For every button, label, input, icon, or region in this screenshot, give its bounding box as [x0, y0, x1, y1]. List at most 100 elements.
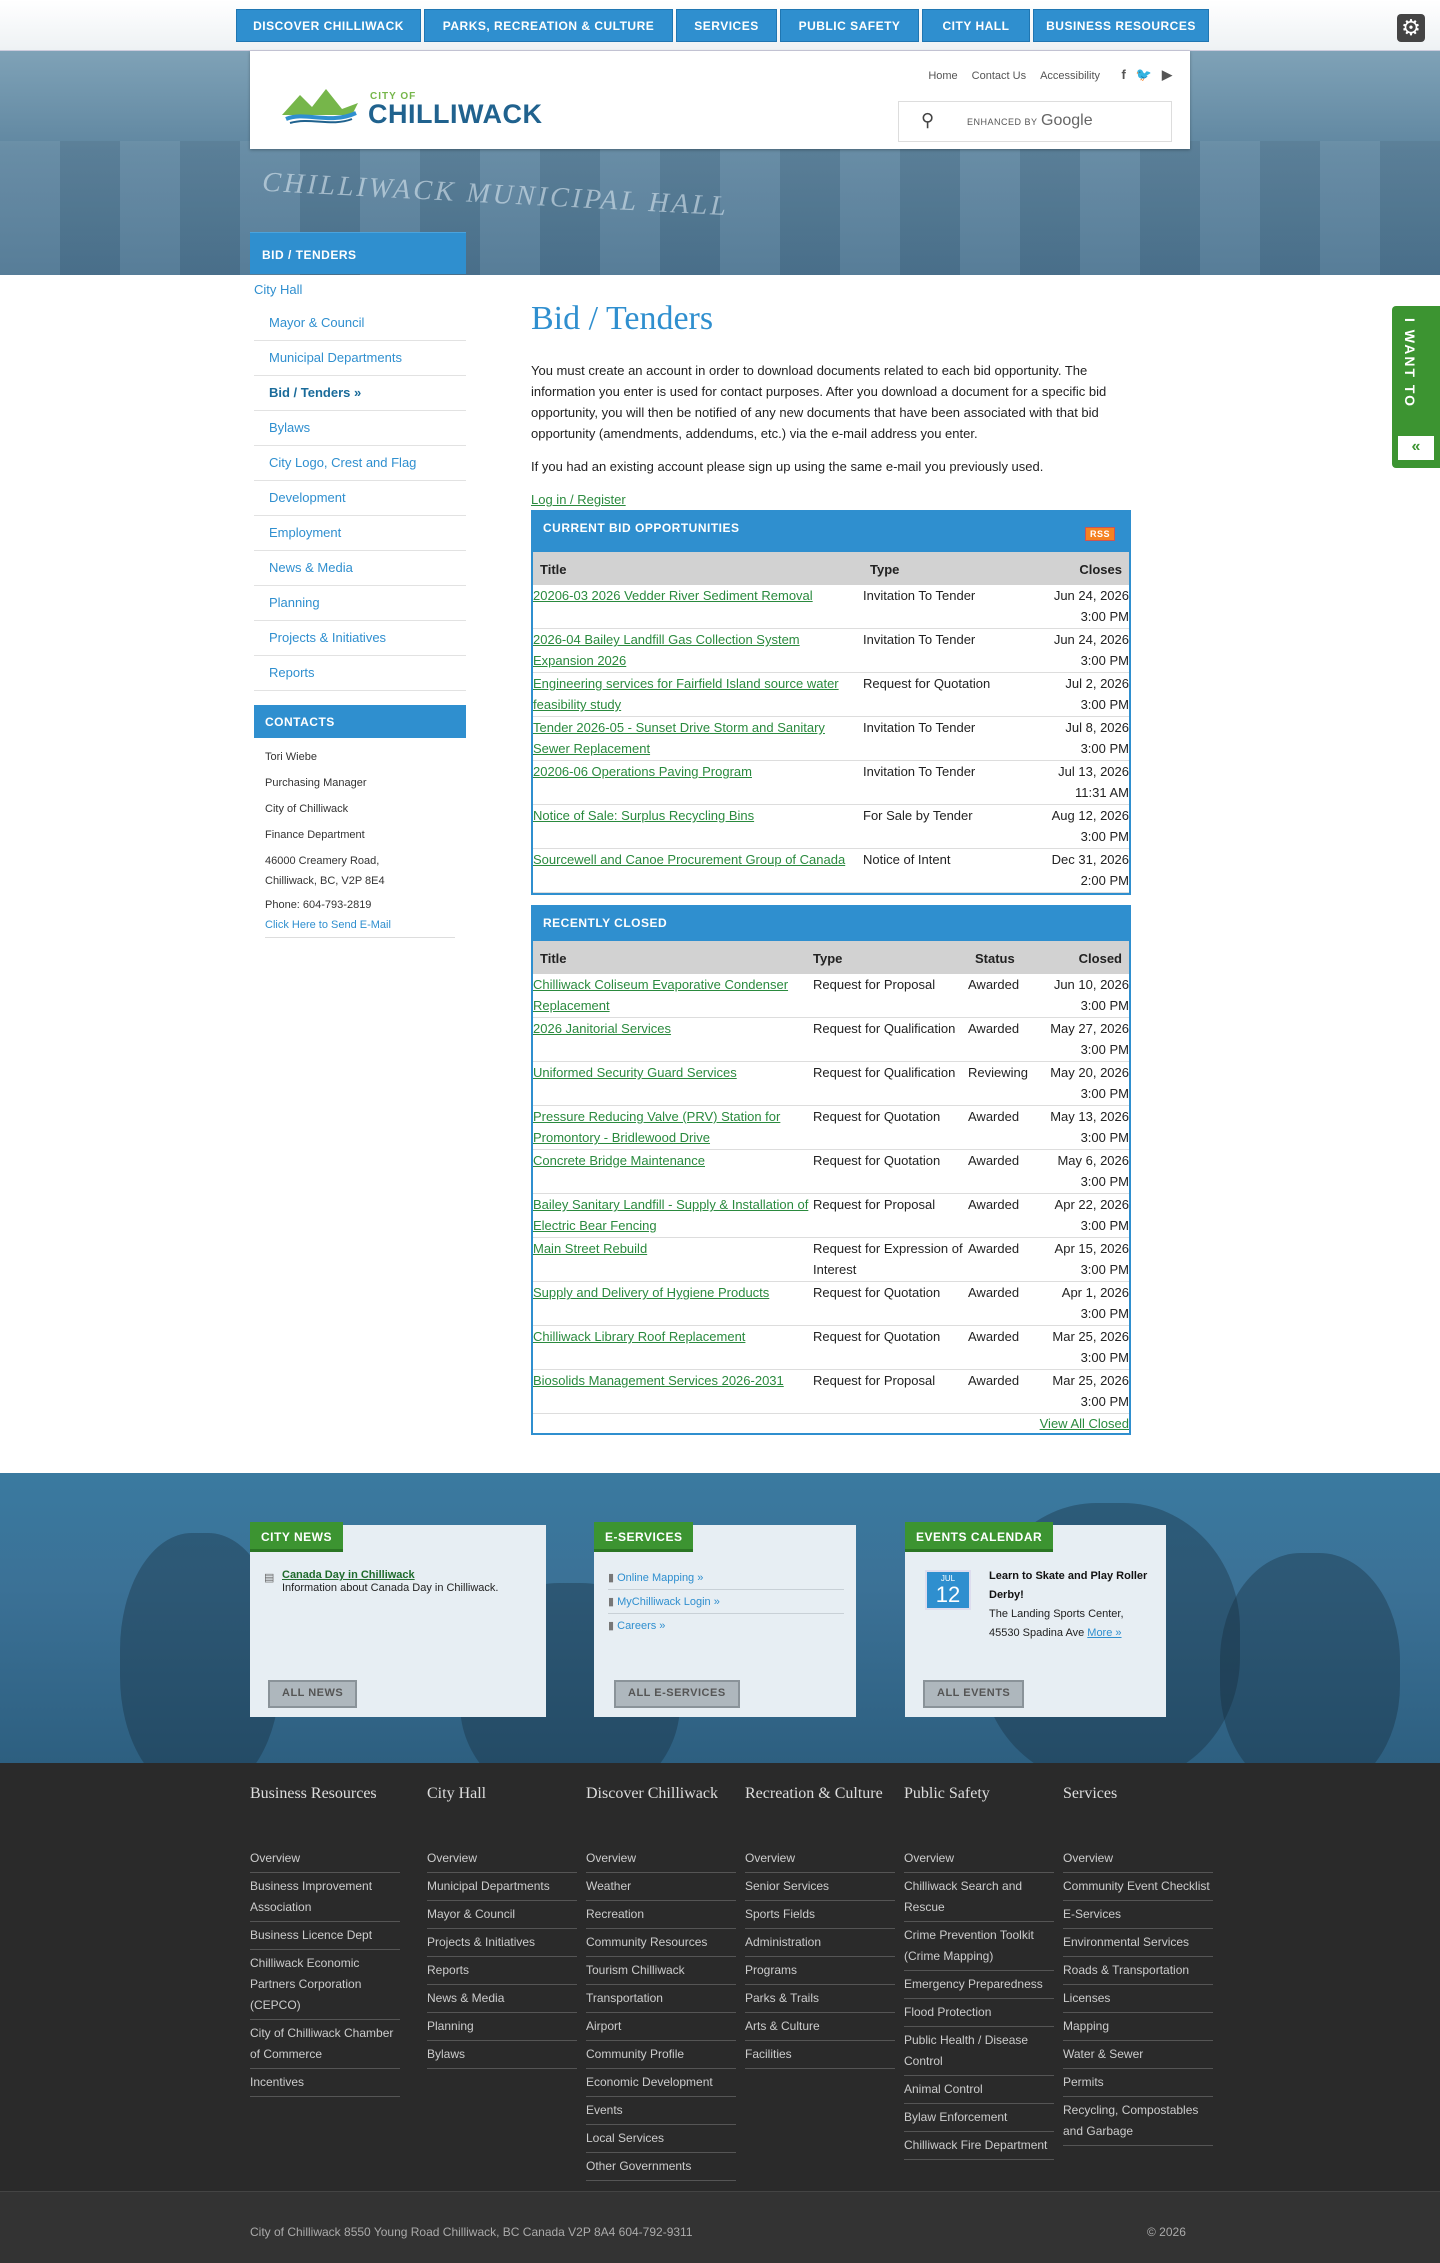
view-all-closed-link[interactable]: View All Closed — [1040, 1416, 1129, 1431]
e-services-tab[interactable]: E-SERVICES — [594, 1522, 694, 1552]
sidebar-item-news-media[interactable]: News & Media — [254, 551, 466, 586]
i-want-to-tab[interactable]: I WANT TO « — [1392, 306, 1440, 468]
footer-link[interactable]: Planning — [427, 2013, 577, 2041]
footer-link[interactable]: Administration — [745, 1929, 895, 1957]
rss-icon[interactable]: RSS — [1084, 527, 1115, 541]
event-more-link[interactable]: More » — [1087, 1627, 1121, 1639]
all-e-services-button[interactable]: ALL E-SERVICES — [614, 1680, 740, 1708]
bid-title-link[interactable]: 20206-06 Operations Paving Program — [533, 764, 752, 779]
nav-public-safety[interactable]: PUBLIC SAFETY — [780, 9, 919, 42]
nav-city-hall[interactable]: CITY HALL — [922, 9, 1030, 42]
footer-link[interactable]: Community Event Checklist — [1063, 1873, 1213, 1901]
footer-link[interactable]: Crime Prevention Toolkit (Crime Mapping) — [904, 1922, 1054, 1971]
contact-email-link[interactable]: Click Here to Send E-Mail — [265, 916, 455, 938]
footer-link[interactable]: Weather — [586, 1873, 736, 1901]
footer-link[interactable]: Other Governments — [586, 2153, 736, 2181]
sidebar-item-mayor-council[interactable]: Mayor & Council — [254, 306, 466, 341]
all-news-button[interactable]: ALL NEWS — [268, 1680, 358, 1708]
nav-services[interactable]: SERVICES — [676, 9, 777, 42]
footer-link[interactable]: Facilities — [745, 2041, 895, 2069]
nav-discover-chilliwack[interactable]: DISCOVER CHILLIWACK — [236, 9, 421, 42]
util-accessibility-link[interactable]: Accessibility — [1040, 70, 1100, 82]
login-register-link[interactable]: Log in / Register — [531, 492, 1131, 507]
footer-link[interactable]: Mayor & Council — [427, 1901, 577, 1929]
city-news-tab[interactable]: CITY NEWS — [250, 1522, 343, 1552]
eservice-online-mapping[interactable]: Online Mapping » — [617, 1572, 703, 1584]
search-icon[interactable]: ⚲ — [921, 110, 934, 131]
footer-link[interactable]: Emergency Preparedness — [904, 1971, 1054, 1999]
sidebar-item-reports[interactable]: Reports — [254, 656, 466, 691]
footer-link[interactable]: Reports — [427, 1957, 577, 1985]
footer-link[interactable]: Community Profile — [586, 2041, 736, 2069]
footer-link[interactable]: Chilliwack Search and Rescue — [904, 1873, 1054, 1922]
footer-link[interactable]: Flood Protection — [904, 1999, 1054, 2027]
footer-link[interactable]: Animal Control — [904, 2076, 1054, 2104]
footer-link[interactable]: Local Services — [586, 2125, 736, 2153]
bid-title-link[interactable]: Sourcewell and Canoe Procurement Group o… — [533, 852, 845, 867]
footer-link[interactable]: Senior Services — [745, 1873, 895, 1901]
closed-title-link[interactable]: Main Street Rebuild — [533, 1241, 647, 1256]
sidebar-parent-link[interactable]: City Hall — [254, 282, 302, 297]
footer-link[interactable]: Business Licence Dept — [250, 1922, 400, 1950]
events-calendar-tab[interactable]: EVENTS CALENDAR — [905, 1522, 1054, 1552]
footer-link[interactable]: Overview — [586, 1845, 736, 1873]
footer-link[interactable]: Water & Sewer — [1063, 2041, 1213, 2069]
search-input[interactable]: ⚲ ENHANCED BY Google — [898, 101, 1172, 142]
footer-link[interactable]: Chilliwack Economic Partners Corporation… — [250, 1950, 400, 2020]
footer-link[interactable]: Roads & Transportation — [1063, 1957, 1213, 1985]
bid-title-link[interactable]: Engineering services for Fairfield Islan… — [533, 676, 839, 712]
sidebar-item-logo-crest-flag[interactable]: City Logo, Crest and Flag — [254, 446, 466, 481]
closed-title-link[interactable]: Biosolids Management Services 2026-2031 — [533, 1373, 784, 1388]
footer-link[interactable]: Licenses — [1063, 1985, 1213, 2013]
footer-link[interactable]: Overview — [1063, 1845, 1213, 1873]
nav-business-resources[interactable]: BUSINESS RESOURCES — [1033, 9, 1209, 42]
bid-title-link[interactable]: 20206-03 2026 Vedder River Sediment Remo… — [533, 588, 813, 603]
closed-title-link[interactable]: Chilliwack Library Roof Replacement — [533, 1329, 745, 1344]
footer-link[interactable]: Overview — [427, 1845, 577, 1873]
footer-link[interactable]: Community Resources — [586, 1929, 736, 1957]
footer-link[interactable]: Bylaw Enforcement — [904, 2104, 1054, 2132]
sidebar-item-planning[interactable]: Planning — [254, 586, 466, 621]
footer-link[interactable]: Economic Development — [586, 2069, 736, 2097]
all-events-button[interactable]: ALL EVENTS — [923, 1680, 1025, 1708]
footer-link[interactable]: Incentives — [250, 2069, 400, 2097]
footer-link[interactable]: City of Chilliwack Chamber of Commerce — [250, 2020, 400, 2069]
sidebar-item-development[interactable]: Development — [254, 481, 466, 516]
footer-link[interactable]: Events — [586, 2097, 736, 2125]
closed-title-link[interactable]: Pressure Reducing Valve (PRV) Station fo… — [533, 1109, 780, 1145]
closed-title-link[interactable]: Chilliwack Coliseum Evaporative Condense… — [533, 977, 788, 1013]
collapse-arrow-icon[interactable]: « — [1398, 436, 1434, 460]
footer-link[interactable]: Public Health / Disease Control — [904, 2027, 1054, 2076]
footer-link[interactable]: Tourism Chilliwack — [586, 1957, 736, 1985]
footer-link[interactable]: News & Media — [427, 1985, 577, 2013]
footer-link[interactable]: Mapping — [1063, 2013, 1213, 2041]
eservice-careers[interactable]: Careers » — [617, 1620, 665, 1632]
footer-link[interactable]: Arts & Culture — [745, 2013, 895, 2041]
footer-link[interactable]: Transportation — [586, 1985, 736, 2013]
logo-text[interactable]: CHILLIWACK — [368, 99, 542, 130]
closed-title-link[interactable]: Concrete Bridge Maintenance — [533, 1153, 705, 1168]
eservice-mychilliwack-login[interactable]: MyChilliwack Login » — [617, 1596, 720, 1608]
footer-link[interactable]: Overview — [904, 1845, 1054, 1873]
sidebar-item-bid-tenders[interactable]: Bid / Tenders » — [254, 376, 466, 411]
facebook-icon[interactable]: f — [1121, 67, 1125, 83]
footer-link[interactable]: Bylaws — [427, 2041, 577, 2069]
logo-mountains-icon[interactable] — [280, 85, 360, 127]
footer-link[interactable]: Sports Fields — [745, 1901, 895, 1929]
twitter-icon[interactable]: 🐦 — [1136, 67, 1152, 83]
footer-link[interactable]: Parks & Trails — [745, 1985, 895, 2013]
util-home-link[interactable]: Home — [928, 70, 957, 82]
footer-link[interactable]: E-Services — [1063, 1901, 1213, 1929]
footer-link[interactable]: Airport — [586, 2013, 736, 2041]
news-item-title[interactable]: Canada Day in Chilliwack — [282, 1569, 534, 1581]
nav-parks-recreation-culture[interactable]: PARKS, RECREATION & CULTURE — [424, 9, 673, 42]
footer-link[interactable]: Chilliwack Fire Department — [904, 2132, 1054, 2160]
sidebar-item-municipal-departments[interactable]: Municipal Departments — [254, 341, 466, 376]
footer-link[interactable]: Overview — [745, 1845, 895, 1873]
sidebar-item-projects-initiatives[interactable]: Projects & Initiatives — [254, 621, 466, 656]
closed-title-link[interactable]: 2026 Janitorial Services — [533, 1021, 671, 1036]
footer-link[interactable]: Business Improvement Association — [250, 1873, 400, 1922]
footer-link[interactable]: Recycling, Compostables and Garbage — [1063, 2097, 1213, 2146]
bid-title-link[interactable]: Notice of Sale: Surplus Recycling Bins — [533, 808, 754, 823]
util-contact-link[interactable]: Contact Us — [972, 70, 1026, 82]
